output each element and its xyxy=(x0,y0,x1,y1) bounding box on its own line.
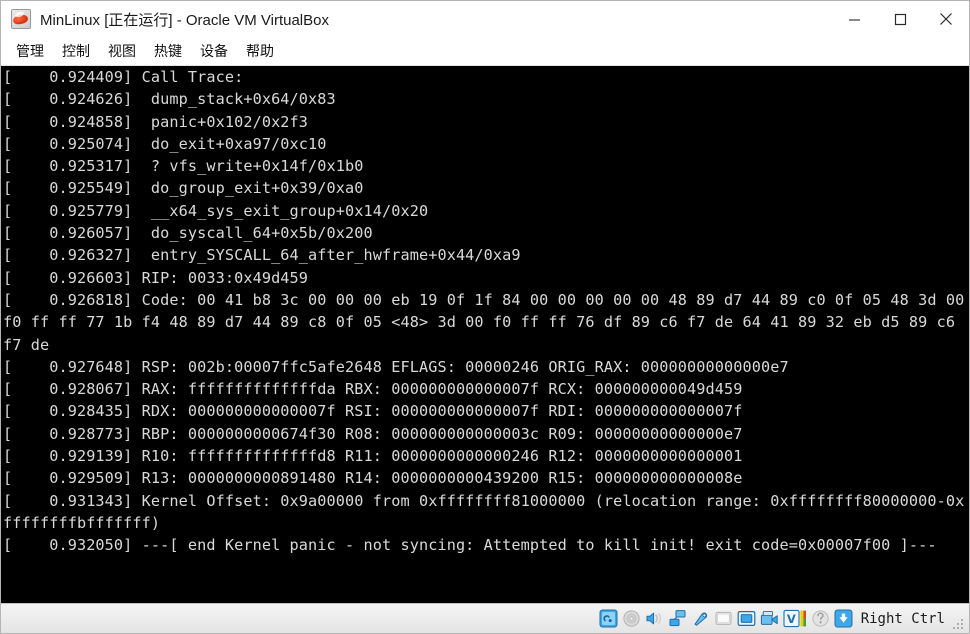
host-key-label: Right Ctrl xyxy=(860,610,945,627)
virtualbox-window: MinLinux [正在运行] - Oracle VM VirtualBox 管… xyxy=(0,0,970,634)
console-line: [ 0.926327] entry_SYSCALL_64_after_hwfra… xyxy=(3,246,521,265)
audio-icon[interactable] xyxy=(645,609,664,628)
optical-disk-icon[interactable] xyxy=(622,609,641,628)
close-button[interactable] xyxy=(923,1,969,37)
maximize-button[interactable] xyxy=(877,1,923,37)
hard-disk-icon[interactable] xyxy=(599,609,618,628)
shared-folders-icon[interactable] xyxy=(714,609,733,628)
vm-console-screen[interactable]: [ 0.924409] Call Trace: [ 0.924626] dump_… xyxy=(1,66,969,603)
network-icon[interactable] xyxy=(668,609,687,628)
menu-item-help[interactable]: 帮助 xyxy=(237,38,283,64)
console-line: [ 0.925549] do_group_exit+0x39/0xa0 xyxy=(3,179,364,198)
resize-grip-icon[interactable] xyxy=(953,619,965,631)
console-line: [ 0.928435] RDX: 000000000000007f RSI: 0… xyxy=(3,402,743,421)
minimize-button[interactable] xyxy=(831,1,877,37)
host-key-icon[interactable] xyxy=(834,609,853,628)
virtualbox-features-icon[interactable]: V xyxy=(783,609,807,628)
svg-text:V: V xyxy=(787,612,796,626)
console-line: [ 0.925074] do_exit+0xa97/0xc10 xyxy=(3,134,327,153)
console-line: [ 0.927648] RSP: 002b:00007ffc5afe2648 E… xyxy=(3,357,789,376)
menu-item-manage[interactable]: 管理 xyxy=(7,38,53,64)
console-line: [ 0.924409] Call Trace: xyxy=(3,68,244,86)
status-bar: V Right Ctrl xyxy=(1,603,969,633)
kernel-panic-log: [ 0.924409] Call Trace: [ 0.924626] dump_… xyxy=(3,66,969,557)
menu-item-hotkeys[interactable]: 热键 xyxy=(145,38,191,64)
console-line: [ 0.928067] RAX: ffffffffffffffda RBX: 0… xyxy=(3,380,743,399)
usb-icon[interactable] xyxy=(691,609,710,628)
recording-icon[interactable] xyxy=(760,609,779,628)
console-line: [ 0.932050] ---[ end Kernel panic - not … xyxy=(3,536,937,555)
title-bar: MinLinux [正在运行] - Oracle VM VirtualBox xyxy=(1,1,969,37)
console-line: [ 0.926818] Code: 00 41 b8 3c 00 00 00 e… xyxy=(3,290,965,354)
console-line: [ 0.924858] panic+0x102/0x2f3 xyxy=(3,112,309,131)
display-icon[interactable] xyxy=(737,609,756,628)
console-line: [ 0.924626] dump_stack+0x64/0x83 xyxy=(3,90,336,109)
console-line: [ 0.928773] RBP: 0000000000674f30 R08: 0… xyxy=(3,424,743,443)
menu-item-view[interactable]: 视图 xyxy=(99,38,145,64)
console-line: [ 0.929509] R13: 0000000000891480 R14: 0… xyxy=(3,469,743,488)
menu-item-control[interactable]: 控制 xyxy=(53,38,99,64)
title-bar-left: MinLinux [正在运行] - Oracle VM VirtualBox xyxy=(1,9,329,30)
console-line: [ 0.931343] Kernel Offset: 0x9a00000 fro… xyxy=(3,491,965,532)
console-line: [ 0.926603] RIP: 0033:0x49d459 xyxy=(3,268,309,287)
console-line: [ 0.929139] R10: ffffffffffffffd8 R11: 0… xyxy=(3,447,743,466)
console-line: [ 0.925779] __x64_sys_exit_group+0x14/0x… xyxy=(3,201,429,220)
virtualbox-icon xyxy=(11,9,31,29)
console-line: [ 0.926057] do_syscall_64+0x5b/0x200 xyxy=(3,224,373,243)
mouse-integration-icon[interactable] xyxy=(811,609,830,628)
window-title: MinLinux [正在运行] - Oracle VM VirtualBox xyxy=(40,11,329,29)
menu-item-devices[interactable]: 设备 xyxy=(191,38,237,64)
menu-bar: 管理 控制 视图 热键 设备 帮助 xyxy=(1,37,969,66)
console-line: [ 0.925317] ? vfs_write+0x14f/0x1b0 xyxy=(3,157,364,176)
window-controls xyxy=(831,1,969,37)
